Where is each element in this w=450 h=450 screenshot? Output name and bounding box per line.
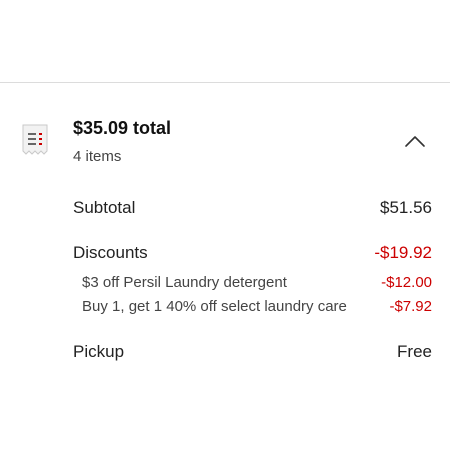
discounts-value: -$19.92 bbox=[374, 243, 432, 262]
discount-line-item: $3 off Persil Laundry detergent -$12.00 bbox=[82, 274, 432, 291]
items-count: 4 items bbox=[73, 148, 122, 165]
pickup-row: Pickup Free bbox=[73, 342, 432, 362]
discount-item-label: $3 off Persil Laundry detergent bbox=[82, 274, 287, 291]
subtotal-value: $51.56 bbox=[380, 198, 432, 217]
pickup-value: Free bbox=[397, 342, 432, 361]
pickup-label: Pickup bbox=[73, 342, 125, 361]
order-summary-page: $35.09 total 4 items Subtotal $51.56 Dis… bbox=[0, 0, 450, 450]
chevron-up-icon[interactable] bbox=[404, 134, 426, 148]
discount-item-value: -$7.92 bbox=[389, 298, 432, 315]
discounts-row: Discounts -$19.92 bbox=[73, 243, 432, 263]
receipt-icon bbox=[22, 124, 48, 155]
discount-item-label: Buy 1, get 1 40% off select laundry care bbox=[82, 298, 347, 315]
order-summary-toggle[interactable]: $35.09 total 4 items bbox=[73, 118, 433, 168]
discount-line-item: Buy 1, get 1 40% off select laundry care… bbox=[82, 298, 432, 315]
discount-item-value: -$12.00 bbox=[381, 274, 432, 291]
order-total: $35.09 total bbox=[73, 118, 172, 138]
subtotal-label: Subtotal bbox=[73, 198, 136, 217]
discounts-label: Discounts bbox=[73, 243, 148, 262]
subtotal-row: Subtotal $51.56 bbox=[73, 198, 432, 218]
divider bbox=[0, 82, 450, 83]
